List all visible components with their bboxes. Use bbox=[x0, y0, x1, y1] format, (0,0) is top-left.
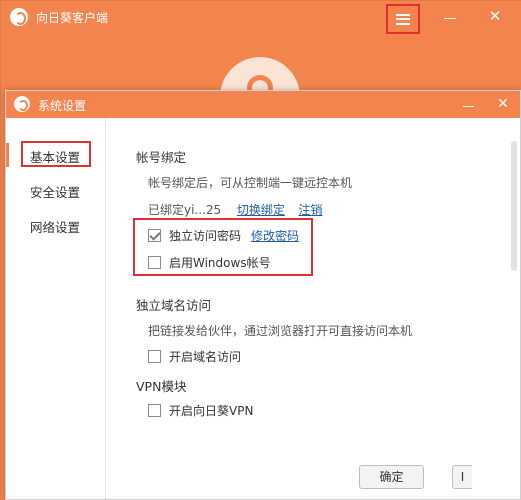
dialog-titlebar: 系统设置 ✕ bbox=[6, 91, 520, 118]
client-title: 向日葵客户端 bbox=[36, 11, 109, 25]
close-icon[interactable]: ✕ bbox=[487, 8, 503, 24]
scrollbar[interactable] bbox=[511, 141, 517, 271]
domain-access-row: 开启域名访问 bbox=[148, 347, 241, 365]
dialog-title: 系统设置 bbox=[38, 99, 87, 113]
sidebar-item-network[interactable]: 网络设置 bbox=[6, 213, 106, 237]
switch-binding-link[interactable]: 切换绑定 bbox=[237, 203, 285, 217]
section-vpn-title: VPN模块 bbox=[136, 379, 187, 394]
highlight-box-basic bbox=[21, 141, 91, 167]
vpn-checkbox[interactable] bbox=[148, 403, 161, 417]
main-menu-button[interactable] bbox=[386, 4, 420, 34]
bound-account-text: 已绑定yi...25 bbox=[148, 203, 222, 217]
domain-description: 把链接发给伙伴，通过浏览器打开可直接访问本机 bbox=[148, 324, 413, 338]
sidebar-item-security[interactable]: 安全设置 bbox=[6, 178, 106, 202]
sunflower-logo-icon bbox=[14, 96, 30, 112]
section-account-title: 帐号绑定 bbox=[136, 150, 187, 165]
domain-access-label: 开启域名访问 bbox=[169, 349, 242, 364]
vpn-label: 开启向日葵VPN bbox=[169, 403, 254, 418]
minimize-icon[interactable] bbox=[442, 9, 458, 25]
settings-dialog: 系统设置 ✕ 基本设置 安全设置 网络设置 帐号绑定 帐号绑定后，可从控制端一键… bbox=[5, 90, 521, 500]
section-domain-title: 独立域名访问 bbox=[136, 298, 212, 313]
settings-sidebar: 基本设置 安全设置 网络设置 bbox=[6, 118, 106, 499]
vpn-row: 开启向日葵VPN bbox=[148, 401, 253, 419]
hamburger-menu-icon bbox=[396, 13, 410, 25]
dialog-minimize-icon[interactable] bbox=[461, 98, 475, 112]
highlight-box-password bbox=[133, 218, 313, 276]
bound-account-row: 已绑定yi...25 切换绑定 注销 bbox=[148, 201, 323, 218]
cancel-button-partial[interactable]: I bbox=[452, 465, 472, 489]
sunflower-logo-icon bbox=[10, 8, 28, 26]
account-description: 帐号绑定后，可从控制端一键远控本机 bbox=[148, 176, 353, 190]
domain-access-checkbox[interactable] bbox=[148, 349, 161, 363]
sidebar-item-label: 安全设置 bbox=[30, 185, 81, 200]
ok-button[interactable]: 确定 bbox=[359, 465, 424, 489]
logout-link[interactable]: 注销 bbox=[298, 203, 322, 217]
sidebar-item-label: 网络设置 bbox=[30, 220, 81, 235]
dialog-close-icon[interactable]: ✕ bbox=[495, 96, 511, 112]
